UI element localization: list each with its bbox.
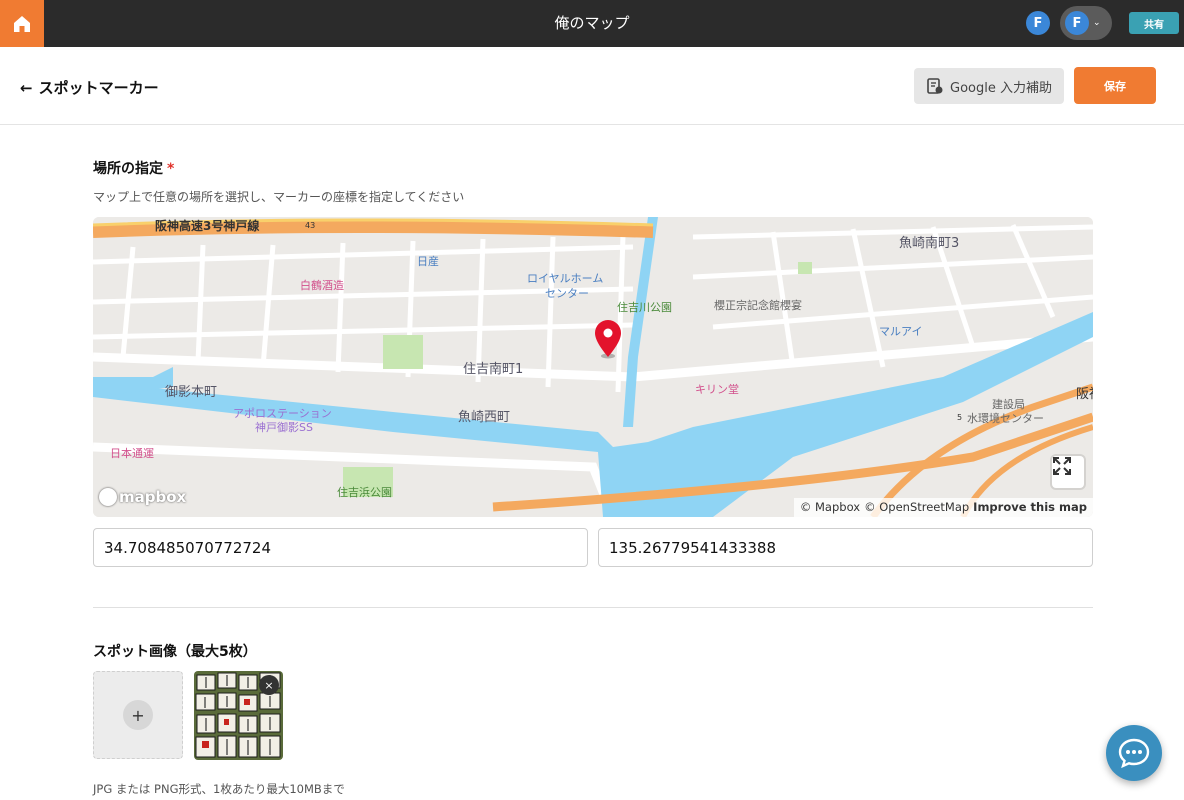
chat-support-button[interactable] xyxy=(1106,725,1162,781)
map-label: 日産 xyxy=(417,255,439,268)
required-mark: * xyxy=(167,161,175,177)
longitude-input[interactable] xyxy=(598,528,1093,567)
app-title: 俺のマップ xyxy=(554,14,630,32)
map-label: 阪神高速3号神戸線 xyxy=(155,219,260,233)
account-menu-button[interactable]: F ⌄ xyxy=(1060,6,1112,40)
share-button[interactable]: 共有 xyxy=(1129,12,1179,34)
map-label: 阪神 xyxy=(1076,387,1093,402)
collaborator-avatar[interactable]: F xyxy=(1026,11,1050,35)
page-title: スポットマーカー xyxy=(38,79,159,97)
map-label: 日本通運 xyxy=(110,447,154,460)
account-avatar: F xyxy=(1065,11,1089,35)
map-label: 43 xyxy=(305,221,316,230)
map-label: センター xyxy=(545,287,589,300)
location-section-title: 場所の指定 * xyxy=(93,158,174,178)
map-label: 御影本町 xyxy=(165,385,218,400)
save-button[interactable]: 保存 xyxy=(1074,67,1156,104)
attribution-osm-link[interactable]: © OpenStreetMap xyxy=(864,500,969,515)
mapbox-logo-icon xyxy=(99,488,117,506)
remove-image-button[interactable]: × xyxy=(259,675,279,695)
arrow-left-icon: ← xyxy=(20,78,33,97)
map-view[interactable]: 阪神高速3号神戸線 43 日産 白鶴酒造 ロイヤルホーム センター 住吉川公園 … xyxy=(93,217,1093,517)
section-divider xyxy=(93,607,1093,608)
google-assist-button[interactable]: Google 入力補助 xyxy=(914,68,1064,104)
attribution-mapbox-link[interactable]: © Mapbox xyxy=(800,500,860,515)
map-label: 住吉浜公園 xyxy=(337,486,392,499)
back-button[interactable]: ← スポットマーカー xyxy=(20,77,159,98)
latitude-input[interactable] xyxy=(93,528,588,567)
map-label: 魚崎南町3 xyxy=(899,236,960,251)
fullscreen-icon xyxy=(1053,457,1071,475)
map-label: ロイヤルホーム xyxy=(527,272,604,285)
page-header: ← スポットマーカー Google 入力補助 保存 xyxy=(0,47,1184,125)
images-section-title: スポット画像（最大5枚） xyxy=(93,644,257,660)
top-bar: 俺のマップ F F ⌄ 共有 xyxy=(0,0,1184,47)
mapbox-logo[interactable]: mapbox xyxy=(99,488,186,506)
map-label: 魚崎西町 xyxy=(458,410,511,425)
map-label: キリン堂 xyxy=(695,383,739,396)
map-label: 住吉川公園 xyxy=(617,301,672,314)
add-image-button[interactable]: + xyxy=(93,671,183,759)
map-label: マルアイ xyxy=(879,325,923,338)
image-format-note: JPG または PNG形式、1枚あたり最大10MBまで xyxy=(93,782,345,796)
mapbox-logo-text: mapbox xyxy=(119,488,187,506)
map-label: 水環境センター xyxy=(967,412,1044,425)
map-label: 5 xyxy=(957,413,963,422)
location-title-text: 場所の指定 xyxy=(93,161,163,177)
improve-map-link[interactable]: Improve this map xyxy=(973,500,1087,515)
map-label: 白鶴酒造 xyxy=(300,279,344,292)
fullscreen-button[interactable] xyxy=(1052,456,1084,488)
map-label: 櫻正宗記念館櫻宴 xyxy=(714,299,802,312)
edit-document-icon xyxy=(927,78,943,94)
plus-icon: + xyxy=(123,700,153,730)
chevron-down-icon: ⌄ xyxy=(1093,18,1101,28)
map-label: 神戸御影SS xyxy=(255,421,313,434)
map-canvas[interactable] xyxy=(93,217,1093,517)
map-attribution: © Mapbox © OpenStreetMap Improve this ma… xyxy=(793,498,1093,517)
location-help-text: マップ上で任意の場所を選択し、マーカーの座標を指定してください xyxy=(93,190,465,204)
google-assist-label: Google 入力補助 xyxy=(950,80,1052,96)
chat-icon xyxy=(1118,738,1150,769)
map-label: 住吉南町1 xyxy=(463,362,524,377)
